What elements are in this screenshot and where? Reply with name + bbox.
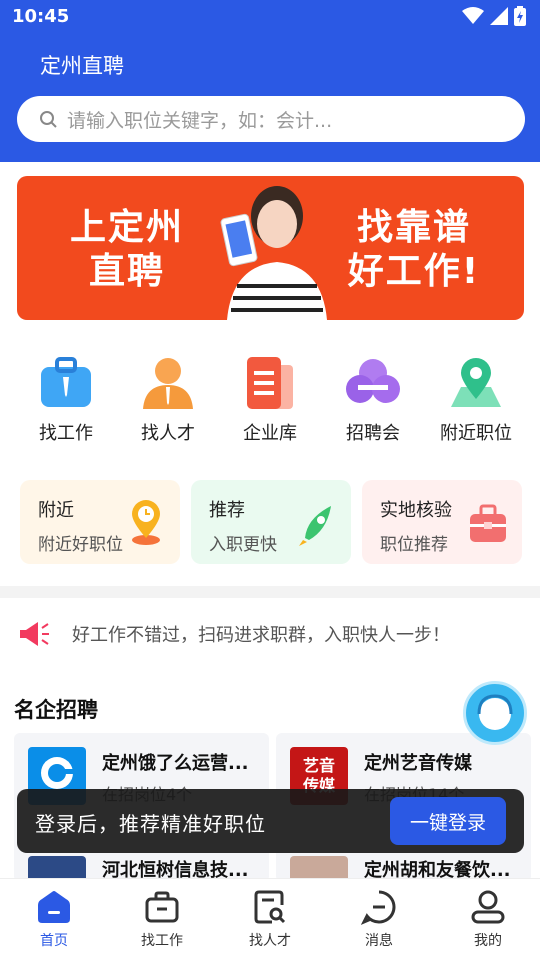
card-subtitle: 入职更快	[209, 535, 277, 555]
promo-banner[interactable]: 上定州 直聘 找靠谱 好工作!	[17, 176, 524, 320]
menu-label: 附近职位	[440, 423, 512, 444]
status-bar: 10:45	[0, 0, 540, 34]
menu-label: 找人才	[141, 423, 195, 444]
company-name: 定州艺音传媒	[364, 753, 472, 774]
tab-home[interactable]: 首页	[14, 889, 94, 950]
notice-text: 好工作不错过，扫码进求职群，入职快人一步！	[72, 625, 450, 646]
card-subtitle: 职位推荐	[380, 535, 448, 555]
menu-label: 找工作	[39, 423, 93, 444]
cloud-icon	[346, 359, 400, 403]
customer-service-button[interactable]	[463, 681, 527, 745]
location-icon	[451, 358, 501, 407]
pin-icon	[132, 500, 160, 545]
menu-item-job-fair[interactable]: 招聘会	[328, 355, 418, 445]
menu-item-company-library[interactable]: 企业库	[225, 355, 315, 445]
megaphone-icon	[20, 622, 49, 646]
briefcase-icon	[41, 357, 91, 407]
status-time: 10:45	[12, 6, 70, 27]
search-icon	[40, 111, 57, 128]
notice-bar[interactable]: 好工作不错过，扫码进求职群，入职快人一步！	[0, 606, 540, 662]
banner-person-image	[220, 186, 327, 320]
login-prompt-toast: 登录后，推荐精准好职位 一键登录	[17, 789, 524, 853]
banner-left-line2: 直聘	[88, 251, 165, 292]
menu-item-find-talent[interactable]: 找人才	[123, 355, 213, 445]
wifi-icon	[462, 7, 484, 24]
battery-icon	[514, 6, 526, 26]
header: 10:45 定州直聘 请输入职位关键字，如：会计...	[0, 0, 540, 162]
banner-left-text: 上定州 直聘	[57, 206, 197, 294]
tab-messages[interactable]: 消息	[339, 889, 419, 950]
tab-label: 首页	[40, 933, 68, 949]
card-title: 实地核验	[380, 500, 452, 521]
bottom-tab-bar: 首页 找工作 找人才 消息 我的	[0, 878, 540, 960]
menu-item-find-job[interactable]: 找工作	[21, 355, 111, 445]
service-avatar-icon	[477, 694, 513, 730]
banner-right-line1: 找靠谱	[356, 207, 471, 248]
search-placeholder: 请输入职位关键字，如：会计...	[67, 109, 333, 132]
card-subtitle: 附近好职位	[38, 535, 123, 555]
briefcase-icon	[145, 891, 179, 923]
card-recommend[interactable]: 推荐 入职更快	[191, 480, 351, 564]
card-title: 推荐	[209, 500, 245, 521]
message-icon	[361, 890, 396, 925]
card-title: 附近	[38, 500, 74, 521]
section-divider	[0, 586, 540, 598]
one-click-login-button[interactable]: 一键登录	[390, 797, 506, 845]
tab-label: 我的	[474, 933, 502, 949]
banner-left-line1: 上定州	[69, 207, 184, 248]
person-icon	[143, 358, 193, 409]
system-icons	[462, 6, 526, 26]
login-prompt-text: 登录后，推荐精准好职位	[35, 812, 266, 836]
resume-search-icon	[254, 890, 286, 924]
menu-item-nearby-jobs[interactable]: 附近职位	[431, 355, 521, 445]
tab-find-talent[interactable]: 找人才	[230, 889, 310, 950]
card-nearby[interactable]: 附近 附近好职位	[20, 480, 180, 564]
rocket-icon	[299, 506, 331, 546]
home-icon	[38, 891, 70, 923]
section-title: 名企招聘	[14, 698, 98, 722]
building-icon	[247, 357, 293, 409]
tab-label: 找人才	[249, 933, 291, 949]
tab-label: 消息	[365, 933, 393, 949]
signal-icon	[490, 7, 508, 25]
banner-right-text: 找靠谱 好工作!	[344, 206, 484, 294]
tab-label: 找工作	[141, 933, 183, 949]
app-title: 定州直聘	[40, 54, 124, 78]
company-name: 定州饿了么运营...	[102, 753, 249, 774]
menu-label: 企业库	[243, 423, 297, 444]
banner-right-line2: 好工作!	[347, 251, 481, 292]
quick-menu: 找工作 找人才 企业库 招聘会 附近职位	[0, 355, 540, 447]
tab-profile[interactable]: 我的	[448, 889, 528, 950]
user-icon	[471, 890, 505, 924]
menu-label: 招聘会	[346, 423, 400, 444]
suitcase-icon	[470, 504, 506, 542]
card-onsite-verify[interactable]: 实地核验 职位推荐	[362, 480, 522, 564]
tab-find-job[interactable]: 找工作	[122, 889, 202, 950]
search-bar[interactable]: 请输入职位关键字，如：会计...	[17, 96, 525, 142]
